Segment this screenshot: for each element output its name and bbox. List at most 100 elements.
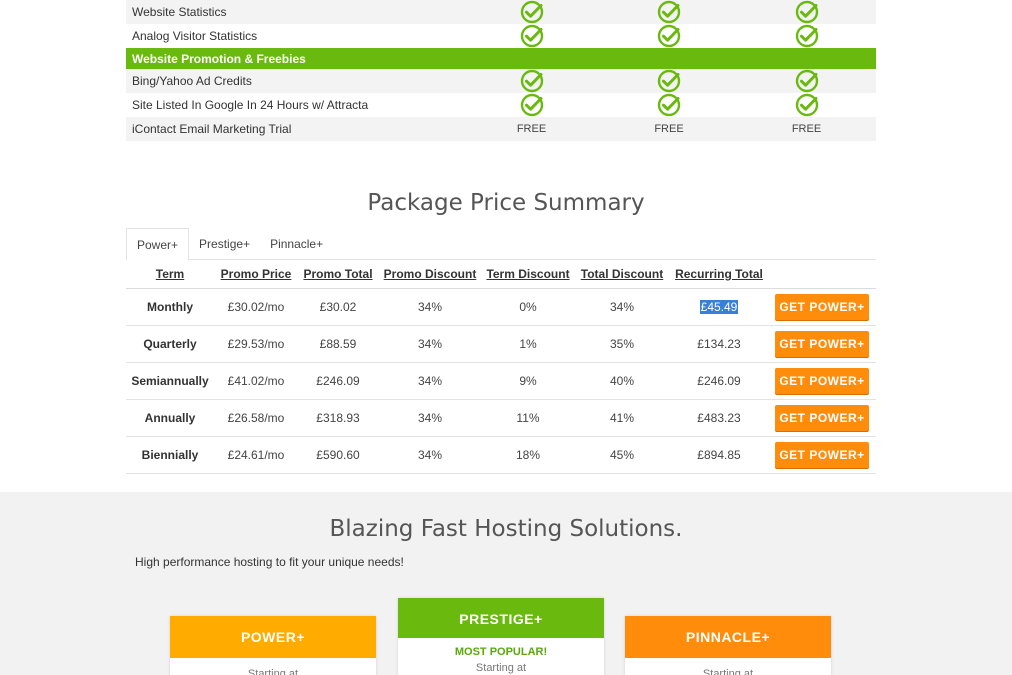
cell-promo-discount: 34% bbox=[378, 288, 482, 326]
check-icon bbox=[600, 0, 738, 24]
check-icon bbox=[738, 69, 875, 93]
column-header-action bbox=[768, 260, 876, 289]
tab-prestige-plus[interactable]: Prestige+ bbox=[189, 228, 260, 260]
get-power-button[interactable]: GET POWER+ bbox=[775, 367, 869, 394]
feature-label: iContact Email Marketing Trial bbox=[132, 122, 292, 136]
cell-action: GET POWER+ bbox=[768, 436, 876, 474]
check-icon bbox=[738, 0, 875, 24]
cell-term: Monthly bbox=[126, 288, 214, 326]
cell-recurring-total: £134.23 bbox=[670, 325, 768, 363]
cell-recurring-total: £894.85 bbox=[670, 436, 768, 474]
get-power-button[interactable]: GET POWER+ bbox=[775, 404, 869, 431]
cell-term-discount: 0% bbox=[482, 288, 574, 326]
cell-term: Biennially bbox=[126, 436, 214, 474]
cell-promo-price: £41.02/mo bbox=[214, 362, 298, 400]
cell-term: Semiannually bbox=[126, 362, 214, 400]
feature-value: FREE bbox=[791, 123, 822, 135]
price-table-header: Term Promo Price Promo Total Promo Discount… bbox=[126, 260, 876, 289]
cell-promo-price: £30.02/mo bbox=[214, 288, 298, 326]
check-icon bbox=[463, 0, 600, 24]
check-icon bbox=[600, 93, 738, 117]
get-power-button[interactable]: GET POWER+ bbox=[775, 441, 869, 468]
table-row: Semiannually £41.02/mo £246.09 34% 9% 40% £246… bbox=[126, 362, 876, 400]
cell-term-discount: 11% bbox=[482, 399, 574, 437]
check-icon bbox=[738, 24, 875, 48]
hosting-title: Blazing Fast Hosting Solutions. bbox=[329, 516, 683, 542]
table-row: Quarterly £29.53/mo £88.59 34% 1% 35% £134.23 G… bbox=[126, 325, 876, 363]
column-header: Promo Price bbox=[214, 260, 298, 289]
cell-recurring-total: £483.23 bbox=[670, 399, 768, 437]
cell-total-discount: 45% bbox=[574, 436, 670, 474]
hosting-subtitle: High performance hosting to fit your uni… bbox=[135, 555, 404, 569]
feature-label: Site Listed In Google In 24 Hours w/ Att… bbox=[132, 98, 369, 112]
cell-promo-total: £318.93 bbox=[298, 399, 378, 437]
check-icon bbox=[463, 69, 600, 93]
plan-tabs: Power+ Prestige+ Pinnacle+ bbox=[126, 228, 876, 261]
feature-row: Analog Visitor Statistics bbox=[126, 24, 876, 48]
cell-action: GET POWER+ bbox=[768, 362, 876, 400]
table-row: Monthly £30.02/mo £30.02 34% 0% 34% £45.49 GET … bbox=[126, 288, 876, 326]
cell-promo-discount: 34% bbox=[378, 362, 482, 400]
feature-label: Analog Visitor Statistics bbox=[132, 29, 258, 43]
check-icon bbox=[463, 24, 600, 48]
cell-total-discount: 41% bbox=[574, 399, 670, 437]
plan-card-title: POWER+ bbox=[170, 616, 376, 658]
cell-term-discount: 1% bbox=[482, 325, 574, 363]
column-header: Recurring Total bbox=[670, 260, 768, 289]
feature-row: Site Listed In Google In 24 Hours w/ Att… bbox=[126, 93, 876, 117]
cell-total-discount: 34% bbox=[574, 288, 670, 326]
feature-label: Bing/Yahoo Ad Credits bbox=[132, 74, 252, 88]
cell-term: Annually bbox=[126, 399, 214, 437]
plan-card-power[interactable]: POWER+ Starting at bbox=[170, 616, 376, 675]
cell-promo-price: £24.61/mo bbox=[214, 436, 298, 474]
get-power-button[interactable]: GET POWER+ bbox=[775, 293, 869, 320]
cell-promo-price: £26.58/mo bbox=[214, 399, 298, 437]
cell-action: GET POWER+ bbox=[768, 399, 876, 437]
cell-total-discount: 40% bbox=[574, 362, 670, 400]
feature-label: Website Statistics bbox=[132, 5, 227, 19]
selected-text: £45.49 bbox=[699, 299, 739, 314]
cell-promo-price: £29.53/mo bbox=[214, 325, 298, 363]
column-header: Term bbox=[126, 260, 214, 289]
feature-value: FREE bbox=[516, 123, 547, 135]
cell-recurring-total: £45.49 bbox=[670, 288, 768, 326]
table-row: Annually £26.58/mo £318.93 34% 11% 41% £483.23… bbox=[126, 399, 876, 437]
cell-promo-discount: 34% bbox=[378, 436, 482, 474]
cell-promo-total: £590.60 bbox=[298, 436, 378, 474]
check-icon bbox=[738, 93, 875, 117]
cell-promo-discount: 34% bbox=[378, 399, 482, 437]
price-summary-table: Term Promo Price Promo Total Promo Discount… bbox=[126, 260, 876, 474]
plan-card-title: PRESTIGE+ bbox=[398, 598, 604, 638]
cell-promo-total: £30.02 bbox=[298, 288, 378, 326]
cell-promo-discount: 34% bbox=[378, 325, 482, 363]
plan-card-prestige[interactable]: PRESTIGE+ MOST POPULAR! Starting at bbox=[398, 598, 604, 675]
most-popular-badge: MOST POPULAR! bbox=[454, 646, 548, 658]
cell-action: GET POWER+ bbox=[768, 288, 876, 326]
cell-promo-total: £88.59 bbox=[298, 325, 378, 363]
feature-value: FREE bbox=[654, 123, 684, 135]
package-price-summary-title: Package Price Summary bbox=[367, 190, 645, 216]
cell-action: GET POWER+ bbox=[768, 325, 876, 363]
hosting-solutions-section: Blazing Fast Hosting Solutions. High per… bbox=[0, 492, 1012, 675]
plan-starting-text: Starting at bbox=[475, 662, 527, 674]
tab-pinnacle-plus[interactable]: Pinnacle+ bbox=[260, 228, 333, 260]
feature-row: Website Statistics bbox=[126, 0, 876, 24]
cell-term: Quarterly bbox=[126, 325, 214, 363]
get-power-button[interactable]: GET POWER+ bbox=[775, 330, 869, 357]
section-header-promotion: Website Promotion & Freebies bbox=[126, 48, 876, 69]
check-icon bbox=[600, 24, 738, 48]
cell-total-discount: 35% bbox=[574, 325, 670, 363]
cell-promo-total: £246.09 bbox=[298, 362, 378, 400]
table-row: Biennially £24.61/mo £590.60 34% 18% 45% £894.… bbox=[126, 436, 876, 474]
check-icon bbox=[463, 93, 600, 117]
column-header: Promo Total bbox=[298, 260, 378, 289]
tab-power-plus[interactable]: Power+ bbox=[126, 228, 190, 261]
plan-starting-text: Starting at bbox=[247, 668, 299, 675]
column-header: Promo Discount bbox=[378, 260, 482, 289]
column-header: Total Discount bbox=[574, 260, 670, 289]
cell-term-discount: 18% bbox=[482, 436, 574, 474]
plan-card-title: PINNACLE+ bbox=[625, 616, 831, 658]
feature-comparison-table: Website Statistics Analog Visitor Statist… bbox=[126, 0, 876, 141]
plan-card-pinnacle[interactable]: PINNACLE+ Starting at bbox=[625, 616, 831, 675]
cell-term-discount: 9% bbox=[482, 362, 574, 400]
